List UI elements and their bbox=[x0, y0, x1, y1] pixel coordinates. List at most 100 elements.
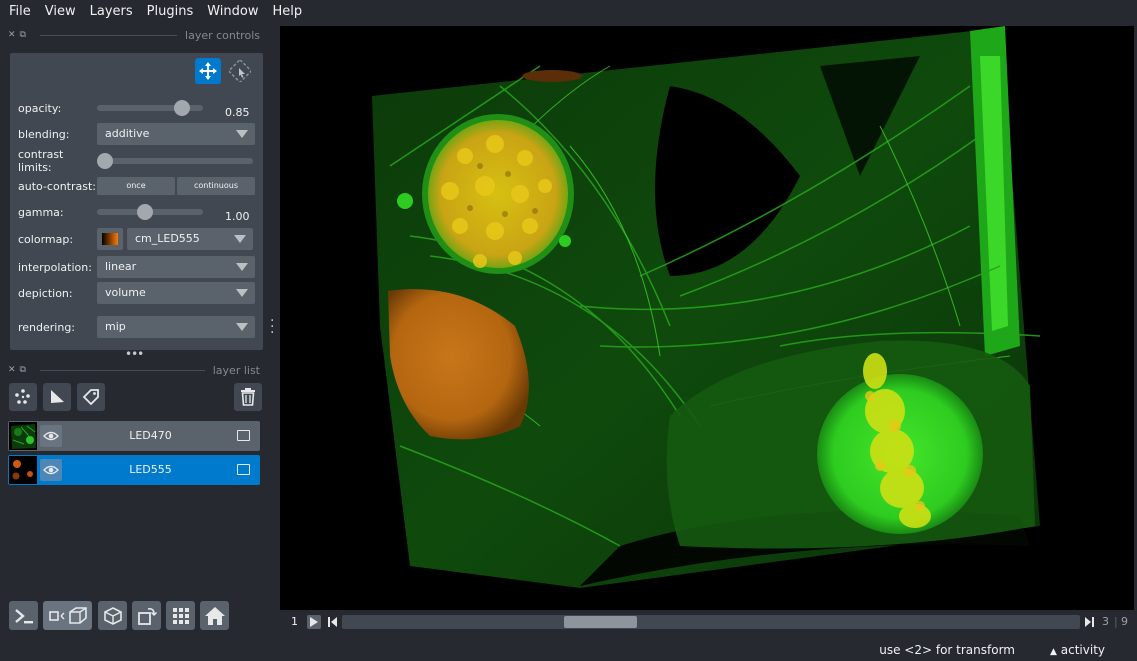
transform-mode-button[interactable] bbox=[195, 58, 221, 84]
roll-dimensions-button[interactable] bbox=[98, 601, 127, 630]
auto-contrast-continuous-button[interactable]: continuous bbox=[177, 177, 255, 195]
chevron-down-icon bbox=[234, 235, 246, 243]
opacity-row: opacity: 0.85 bbox=[18, 97, 258, 119]
tag-icon bbox=[82, 389, 99, 406]
layer-name[interactable]: LED555 bbox=[68, 455, 233, 485]
console-button[interactable] bbox=[9, 601, 38, 630]
grid-mode-button[interactable] bbox=[166, 601, 195, 630]
vertical-splitter-handle[interactable]: · · · bbox=[270, 314, 276, 340]
layer-name[interactable]: LED470 bbox=[68, 421, 233, 451]
menu-help[interactable]: Help bbox=[266, 0, 310, 24]
divider: | bbox=[1114, 615, 1118, 628]
colormap-swatch bbox=[102, 233, 118, 245]
rendering-dropdown[interactable]: mip bbox=[97, 316, 255, 338]
slice-index: 3 bbox=[1102, 615, 1109, 628]
depiction-value: volume bbox=[105, 286, 146, 299]
step-back-icon bbox=[328, 617, 337, 627]
blending-label: blending: bbox=[18, 127, 70, 141]
opacity-slider-handle[interactable] bbox=[174, 100, 190, 116]
visibility-toggle[interactable] bbox=[40, 459, 62, 481]
image-layer-icon bbox=[237, 464, 250, 475]
layer-controls-title: layer controls bbox=[185, 28, 260, 42]
close-dock-icon[interactable]: ✕ bbox=[8, 30, 16, 40]
auto-contrast-label: auto-contrast: bbox=[18, 179, 97, 193]
play-icon bbox=[310, 617, 318, 627]
layer-row-led470[interactable]: LED470 bbox=[8, 421, 260, 451]
interpolation-label: interpolation: bbox=[18, 260, 92, 274]
terminal-icon bbox=[14, 608, 33, 623]
menu-view[interactable]: View bbox=[38, 0, 83, 24]
opacity-slider[interactable] bbox=[97, 100, 203, 116]
new-labels-layer-button[interactable] bbox=[77, 383, 105, 411]
opacity-label: opacity: bbox=[18, 101, 62, 115]
layer-controls-header: ✕ ⧉ layer controls bbox=[8, 28, 260, 42]
opacity-value: 0.85 bbox=[225, 105, 250, 119]
colormap-label: colormap: bbox=[18, 232, 74, 246]
depiction-dropdown[interactable]: volume bbox=[97, 282, 255, 304]
gamma-slider[interactable] bbox=[97, 204, 203, 220]
contrast-limits-slider[interactable] bbox=[97, 153, 253, 169]
new-points-layer-button[interactable] bbox=[9, 383, 37, 411]
menu-plugins[interactable]: Plugins bbox=[140, 0, 201, 24]
layer-row-led555[interactable]: LED555 bbox=[8, 455, 260, 485]
caret-up-icon: ▲ bbox=[1050, 647, 1057, 657]
gamma-label: gamma: bbox=[18, 205, 64, 219]
trash-icon bbox=[241, 388, 255, 406]
menu-file[interactable]: File bbox=[2, 0, 38, 24]
float-dock-icon[interactable]: ⧉ bbox=[20, 365, 26, 375]
rendering-row: rendering: mip bbox=[18, 316, 258, 338]
chevron-down-icon bbox=[236, 263, 248, 271]
step-forward-button[interactable] bbox=[1084, 615, 1095, 629]
layer-list-title: layer list bbox=[212, 363, 260, 377]
toggle-ndisplay-button[interactable] bbox=[43, 601, 92, 630]
blending-value: additive bbox=[105, 127, 150, 140]
colormap-value: cm_LED555 bbox=[135, 232, 200, 245]
contrast-limits-label: contrast limits: bbox=[18, 148, 64, 174]
dims-slider-track[interactable] bbox=[342, 615, 1080, 629]
contrast-min-handle[interactable] bbox=[97, 153, 113, 169]
blending-dropdown[interactable]: additive bbox=[97, 123, 255, 145]
float-dock-icon[interactable]: ⧉ bbox=[20, 30, 26, 40]
visibility-toggle[interactable] bbox=[40, 425, 62, 447]
chevron-down-icon bbox=[236, 130, 248, 138]
image-layer-icon bbox=[237, 430, 250, 441]
depiction-label: depiction: bbox=[18, 286, 73, 300]
layer-thumbnail-image bbox=[9, 456, 37, 484]
menu-bar: File View Layers Plugins Window Help bbox=[0, 0, 1137, 24]
play-button[interactable] bbox=[307, 615, 321, 629]
menu-window[interactable]: Window bbox=[200, 0, 265, 24]
pan-zoom-mode-button[interactable] bbox=[227, 58, 253, 84]
home-icon bbox=[204, 606, 225, 625]
new-shapes-layer-button[interactable] bbox=[43, 383, 71, 411]
eye-icon bbox=[43, 465, 59, 475]
layer-controls-panel: opacity: 0.85 blending: additive contras… bbox=[10, 53, 263, 350]
menu-layers[interactable]: Layers bbox=[83, 0, 140, 24]
rendering-value: mip bbox=[105, 320, 126, 333]
transpose-dimensions-button[interactable] bbox=[132, 601, 161, 630]
home-button[interactable] bbox=[200, 601, 229, 630]
volume-render bbox=[280, 26, 1134, 610]
gamma-slider-handle[interactable] bbox=[137, 204, 153, 220]
step-forward-icon bbox=[1085, 617, 1094, 627]
interpolation-dropdown[interactable]: linear bbox=[97, 256, 255, 278]
colormap-preview bbox=[97, 228, 123, 250]
dims-slider-handle[interactable] bbox=[564, 616, 637, 628]
delete-layer-button[interactable] bbox=[234, 383, 262, 411]
shapes-icon bbox=[51, 390, 64, 403]
chevron-down-icon bbox=[236, 289, 248, 297]
blending-row: blending: additive bbox=[18, 123, 258, 145]
colormap-dropdown[interactable]: cm_LED555 bbox=[127, 228, 253, 250]
viewer-canvas[interactable] bbox=[280, 26, 1134, 610]
close-dock-icon[interactable]: ✕ bbox=[8, 365, 16, 375]
gamma-row: gamma: 1.00 bbox=[18, 201, 258, 223]
auto-contrast-once-button[interactable]: once bbox=[97, 177, 175, 195]
current-slice-number: 1 bbox=[291, 615, 298, 628]
transpose-icon bbox=[137, 607, 157, 625]
status-hint: use <2> for transform bbox=[879, 643, 1015, 657]
step-back-button[interactable] bbox=[327, 615, 338, 629]
slice-total: 9 bbox=[1121, 615, 1128, 628]
horizontal-splitter-handle[interactable]: ••• bbox=[125, 347, 144, 361]
contrast-limits-row: contrast limits: bbox=[18, 148, 258, 174]
chevron-down-icon bbox=[236, 323, 248, 331]
activity-button[interactable]: ▲ activity bbox=[1050, 643, 1105, 657]
